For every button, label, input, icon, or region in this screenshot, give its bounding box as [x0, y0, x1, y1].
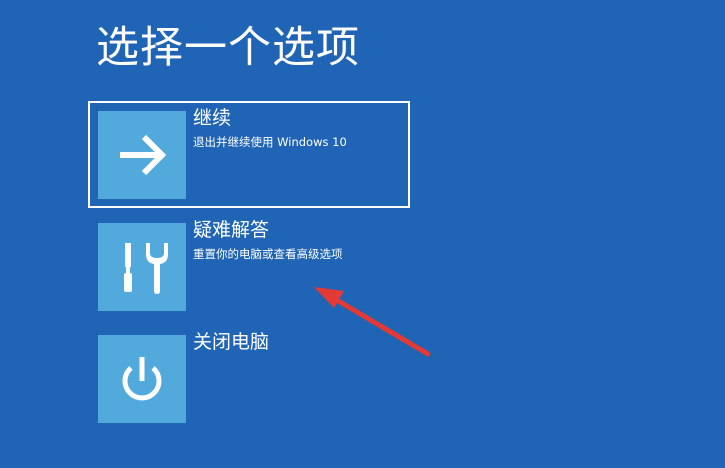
troubleshoot-description: 重置你的电脑或查看高级选项 — [193, 247, 343, 261]
continue-option[interactable]: 继续 退出并继续使用 Windows 10 — [88, 101, 410, 208]
troubleshoot-option[interactable]: 疑难解答 重置你的电脑或查看高级选项 — [88, 213, 410, 320]
power-icon — [122, 357, 162, 401]
shutdown-label: 关闭电脑 — [193, 331, 270, 353]
troubleshoot-tile[interactable] — [98, 223, 186, 311]
shutdown-option[interactable]: 关闭电脑 — [88, 325, 410, 432]
page-title: 选择一个选项 — [96, 23, 360, 73]
continue-tile[interactable] — [98, 111, 186, 199]
arrow-right-icon — [120, 134, 167, 176]
continue-description: 退出并继续使用 Windows 10 — [193, 135, 347, 149]
shutdown-tile[interactable] — [98, 335, 186, 423]
troubleshoot-label: 疑难解答 — [193, 219, 270, 241]
continue-label: 继续 — [193, 107, 232, 129]
tools-icon — [124, 243, 168, 294]
